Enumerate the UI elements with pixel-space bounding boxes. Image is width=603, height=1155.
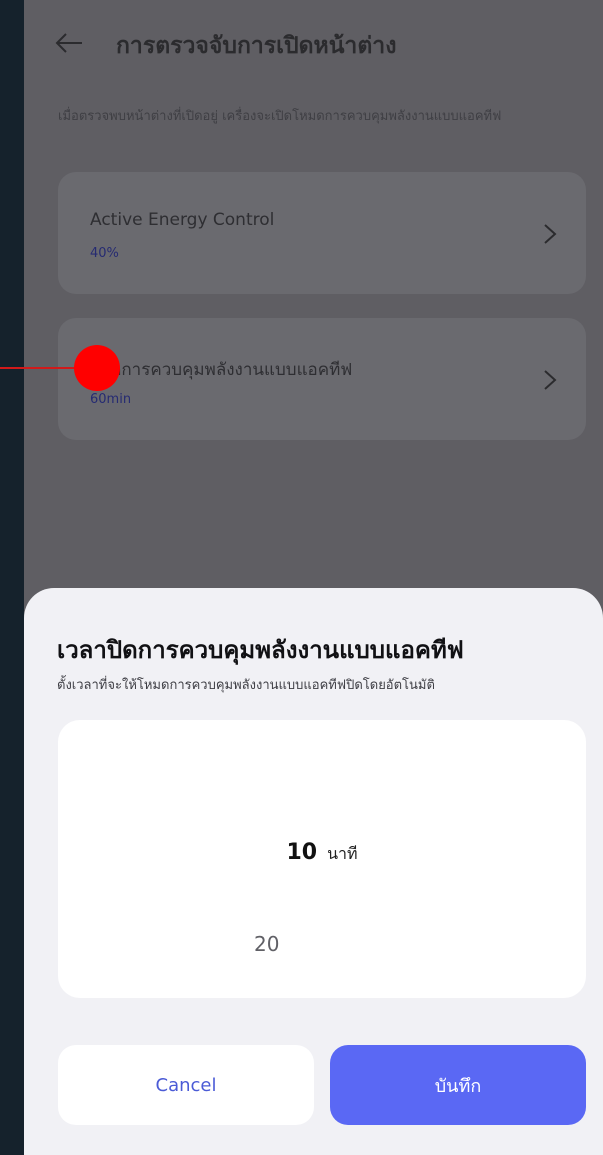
marker-dot [74,345,120,391]
setting-title: าปิดการควบคุมพลังงานแบบแอคทีฟ [90,360,353,380]
picker-selected-row[interactable]: 10 นาที [58,840,586,867]
save-button[interactable]: บันทึก [330,1045,586,1125]
picker-option[interactable]: 20 [254,932,279,956]
header: การตรวจจับการเปิดหน้าต่าง [24,22,603,68]
picker-unit: นาที [327,844,358,863]
setting-value: 60min [90,392,132,407]
picker-selected-value: 10 [286,840,318,865]
back-arrow-icon[interactable] [54,30,84,56]
minute-picker[interactable]: 10 นาที 20 [58,720,586,998]
setting-title: Active Energy Control [90,210,275,230]
page-title: การตรวจจับการเปิดหน้าต่าง [116,33,397,59]
description-text: เมื่อตรวจพบหน้าต่างที่เปิดอยู่ เครื่องจะ… [58,109,502,124]
setting-value: 40% [90,246,119,261]
bottom-sheet: เวลาปิดการควบคุมพลังงานแบบแอคทีฟ ตั้งเวล… [24,588,603,1155]
setting-active-energy-control[interactable]: Active Energy Control 40% [58,172,586,294]
sheet-title: เวลาปิดการควบคุมพลังงานแบบแอคทีฟ [57,636,464,664]
chevron-right-icon [544,370,557,390]
chevron-right-icon [544,224,557,244]
setting-auto-off-time[interactable]: าปิดการควบคุมพลังงานแบบแอคทีฟ 60min [58,318,586,440]
app-screen: การตรวจจับการเปิดหน้าต่าง เมื่อตรวจพบหน้… [24,0,603,1155]
sheet-subtitle: ตั้งเวลาที่จะให้โหมดการควบคุมพลังงานแบบแ… [57,678,435,693]
cancel-button[interactable]: Cancel [58,1045,314,1125]
